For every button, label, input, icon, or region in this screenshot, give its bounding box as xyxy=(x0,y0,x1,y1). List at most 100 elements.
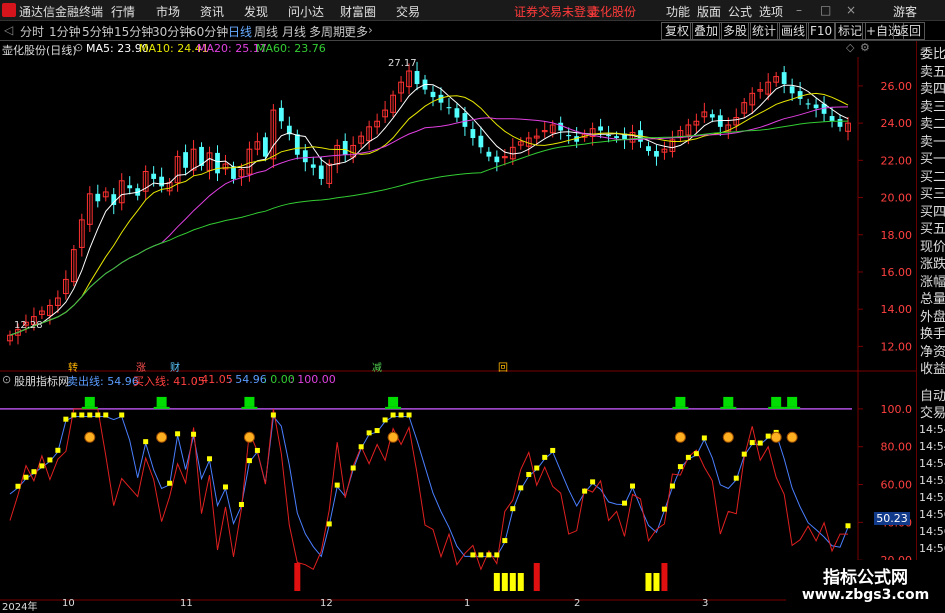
face-icon[interactable] xyxy=(674,431,686,443)
candle-body xyxy=(262,137,268,157)
menu-wenxiaoda[interactable]: 问小达 xyxy=(288,3,324,20)
fuquan-button[interactable]: 复权 xyxy=(661,22,694,40)
event-marker-jian[interactable]: 减 xyxy=(372,359,382,374)
signal-bar xyxy=(87,412,93,418)
signal-bar xyxy=(326,521,332,527)
buy-signal-marker xyxy=(388,396,399,407)
candle-body xyxy=(215,152,220,174)
face-icon[interactable] xyxy=(84,431,96,443)
app-name: 通达信金融终端 xyxy=(19,5,104,19)
face-icon[interactable] xyxy=(243,431,255,443)
trade-time: 14:56 xyxy=(919,542,945,555)
price-tick-label: 26.00 xyxy=(881,80,913,93)
face-icon[interactable] xyxy=(770,431,782,443)
signal-bar xyxy=(470,552,476,558)
duogu-button[interactable]: 多股 xyxy=(719,22,752,40)
guest-label[interactable]: 游客 xyxy=(893,3,917,20)
candle-body xyxy=(183,152,188,168)
more-chevron-icon[interactable]: › xyxy=(368,23,373,37)
signal-bar xyxy=(246,458,252,464)
period-15min[interactable]: 15分钟 xyxy=(114,23,153,40)
signal-bar xyxy=(661,506,667,512)
date-label: 11 xyxy=(180,598,193,609)
candle-body xyxy=(446,107,452,109)
tongji-button[interactable]: 统计 xyxy=(748,22,781,40)
period-30min[interactable]: 30分钟 xyxy=(152,23,191,40)
signal-bar xyxy=(366,430,372,436)
buy-signal-marker xyxy=(787,396,798,407)
event-marker-hui[interactable]: 回 xyxy=(498,359,508,374)
quote-panel-label: 现价 xyxy=(920,239,945,255)
face-icon[interactable] xyxy=(722,431,734,443)
menu-hangqing[interactable]: 行情 xyxy=(111,3,135,20)
menu-gongneng[interactable]: 功能 xyxy=(666,3,690,20)
buy-signal-marker xyxy=(771,396,782,407)
candle-body xyxy=(486,151,492,157)
volume-signal-bar xyxy=(517,573,524,591)
signal-bar xyxy=(518,485,524,491)
signal-bar xyxy=(207,456,213,462)
date-label: 2 xyxy=(574,598,581,609)
menu-faxian[interactable]: 发现 xyxy=(244,3,268,20)
kline-chart[interactable]: 26.00 24.00 22.00 20.00 18.00 16.00 14.00 12.00… xyxy=(0,40,916,609)
period-fenshi[interactable]: 分时 xyxy=(20,23,44,40)
signal-bar xyxy=(677,464,683,470)
indicator-toggle-icon[interactable]: ⊙ xyxy=(2,373,11,386)
period-multi[interactable]: 多周期 xyxy=(309,23,345,40)
back-button[interactable]: 返回 xyxy=(893,22,926,40)
menu-shichang[interactable]: 市场 xyxy=(156,3,180,20)
period-more[interactable]: 更多 xyxy=(344,23,368,40)
face-icon[interactable] xyxy=(156,431,168,443)
signal-bar xyxy=(701,435,707,441)
auto-trade-label[interactable]: 交易 xyxy=(920,402,945,421)
signal-bar xyxy=(238,502,244,508)
volume-signal-bar xyxy=(509,573,516,591)
quote-panel: 委比 卖五 卖四 卖三 卖二 卖一 买一 买二 买三 买四 买五 现价 涨跌 涨幅 总量 外盘 换手 净资 收益 自动… xyxy=(916,41,945,609)
menu-zixun[interactable]: 资讯 xyxy=(200,3,224,20)
maximize-button[interactable]: □ xyxy=(820,3,831,17)
period-1min[interactable]: 1分钟 xyxy=(49,23,81,40)
login-warning[interactable]: 证券交易未登录 xyxy=(514,3,598,20)
toolbar-left-arrow-icon[interactable]: ◁ xyxy=(4,23,13,37)
menu-banmian[interactable]: 版面 xyxy=(697,3,721,20)
period-monthly[interactable]: 月线 xyxy=(282,23,306,40)
menu-xuanxiang[interactable]: 选项 xyxy=(759,3,783,20)
signal-bar xyxy=(630,483,636,489)
volume-signal-bar xyxy=(493,573,500,591)
event-marker-zhuan[interactable]: 转 xyxy=(68,359,78,374)
menu-jiaoyi[interactable]: 交易 xyxy=(396,3,420,20)
candle-body xyxy=(805,103,811,105)
signal-bar xyxy=(103,412,109,418)
price-tick-label: 18.00 xyxy=(881,229,913,242)
menu-caifuquan[interactable]: 财富圈 xyxy=(340,3,376,20)
f10-button[interactable]: F10 xyxy=(806,22,837,40)
huaxian-button[interactable]: 画线 xyxy=(777,22,810,40)
signal-bar xyxy=(845,523,851,529)
minimize-button[interactable]: – xyxy=(796,3,802,17)
date-label: 2024年 xyxy=(2,602,38,613)
indicator-v4: : 54.96 xyxy=(228,373,267,386)
signal-bar xyxy=(510,506,516,512)
signal-bar xyxy=(669,483,675,489)
face-icon[interactable] xyxy=(387,431,399,443)
indicator-tick-label: 80.00 xyxy=(881,441,913,454)
buy-signal-marker xyxy=(156,396,167,407)
event-marker-zhang[interactable]: 涨 xyxy=(136,359,146,374)
face-icon[interactable] xyxy=(786,431,798,443)
diejia-button[interactable]: 叠加 xyxy=(690,22,723,40)
period-weekly[interactable]: 周线 xyxy=(254,23,278,40)
event-marker-cai[interactable]: 财 xyxy=(170,359,180,374)
menu-gongshi[interactable]: 公式 xyxy=(728,3,752,20)
period-60min[interactable]: 60分钟 xyxy=(189,23,228,40)
signal-bar xyxy=(542,454,548,460)
quote-panel-label: 涨跌 xyxy=(920,257,945,272)
close-button[interactable]: × xyxy=(846,3,856,17)
period-daily[interactable]: 日线 xyxy=(228,23,252,40)
price-tick-label: 24.00 xyxy=(881,117,913,130)
period-5min[interactable]: 5分钟 xyxy=(82,23,114,40)
date-label: 10 xyxy=(62,598,75,609)
signal-bar xyxy=(693,451,699,457)
indicator-name: 股朋指标网 xyxy=(14,375,69,388)
candle-body xyxy=(127,185,133,189)
signal-bar xyxy=(95,412,101,418)
